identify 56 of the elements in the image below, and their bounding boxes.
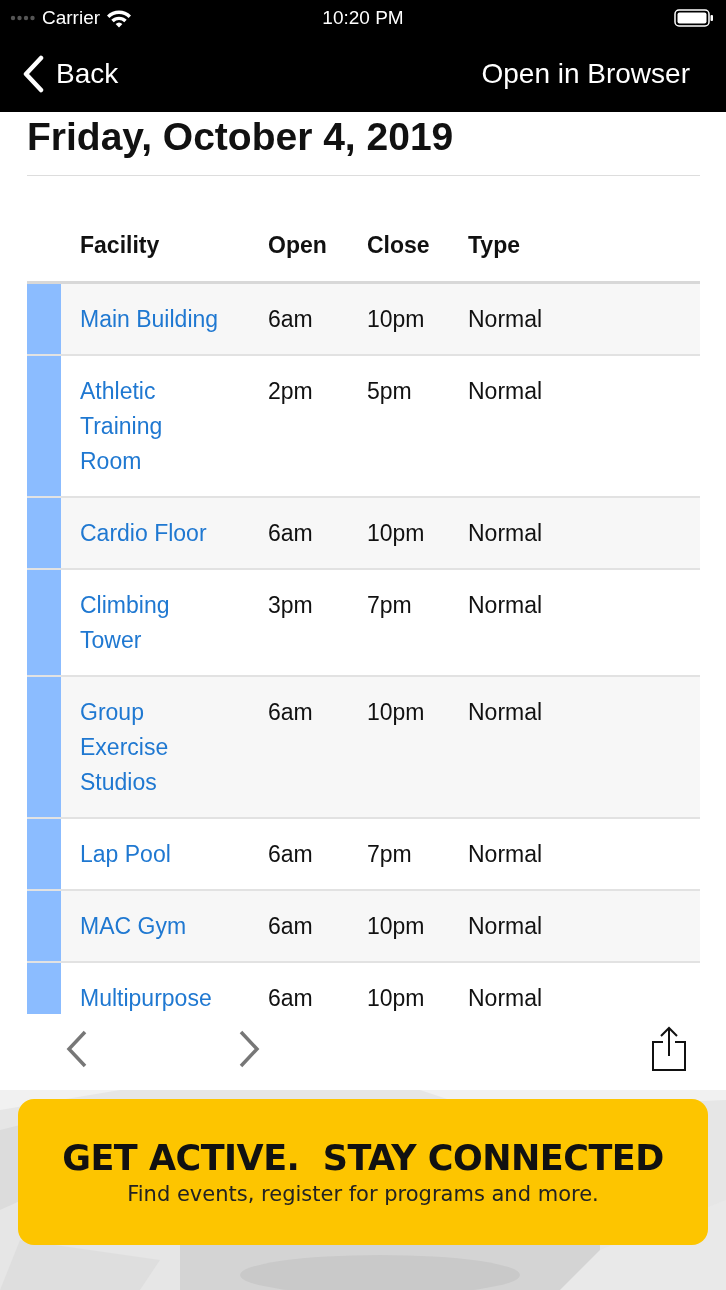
table-cell-text: 6am [268,698,314,727]
signal-icon [10,15,36,21]
share-button[interactable] [651,1026,687,1072]
facility-link[interactable]: Main Building [80,302,225,337]
facility-link[interactable]: Climbing Tower [80,588,225,658]
banner-subtitle: Find events, register for programs and more. [127,1182,599,1206]
row-marker [27,891,61,961]
row-marker [27,819,61,889]
table-cell-text: 6am [268,984,314,1013]
facility-link[interactable]: Multipurpose [80,981,225,1014]
table-cell-text: 10pm [367,984,426,1013]
status-time: 10:20 PM [322,7,404,29]
table-cell-text: 6am [268,840,314,869]
banner-heading: GET ACTIVE. STAY CONNECTED [62,1138,664,1178]
table-cell-text: 10pm [367,519,426,548]
table-cell-text: Normal [468,305,544,334]
table-cell-text: Normal [468,591,544,620]
facility-link[interactable]: Lap Pool [80,837,225,872]
table-cell-text: 7pm [367,591,413,620]
forward-arrow-button[interactable] [238,1030,260,1068]
wifi-icon [106,8,133,28]
chevron-left-icon [22,55,44,93]
table-cell-text: 2pm [268,377,314,406]
table-cell-text: Normal [468,698,544,727]
table-cell-text: Normal [468,840,544,869]
battery-icon [674,9,714,27]
row-marker [27,963,61,1014]
table-cell-text: 10pm [367,912,426,941]
back-button[interactable]: Back [22,55,119,93]
table-cell-text: Normal [468,519,544,548]
facility-link[interactable]: Cardio Floor [80,516,225,551]
facility-link[interactable]: Group Exercise Studios [80,695,225,800]
open-in-browser-button[interactable]: Open in Browser [481,58,690,90]
row-marker [27,498,61,568]
table-cell-text: 6am [268,519,314,548]
row-marker [27,284,61,354]
column-header: Type [468,231,521,260]
table-cell-text: 6am [268,912,314,941]
table-cell-text: 6am [268,305,314,334]
column-header: Open [268,231,328,260]
table-cell-text: 10pm [367,698,426,727]
promo-banner[interactable]: GET ACTIVE. STAY CONNECTED Find events, register for programs and more. [18,1099,708,1245]
back-arrow-button[interactable] [66,1030,88,1068]
carrier-name: Carrier [42,7,101,29]
table-cell-text: 10pm [367,305,426,334]
table-cell-text: Normal [468,912,544,941]
table-cell-text: Normal [468,377,544,406]
page-title: Friday, October 4, 2019 [27,112,700,176]
table-cell-text: 3pm [268,591,314,620]
facility-link[interactable]: Athletic Training Room [80,374,225,479]
table-cell-text: 7pm [367,840,413,869]
table-cell-text: 5pm [367,377,413,406]
facility-link[interactable]: MAC Gym [80,909,225,944]
column-header: Facility [79,231,161,260]
table-cell-text: Normal [468,984,544,1013]
column-header: Close [367,231,431,260]
